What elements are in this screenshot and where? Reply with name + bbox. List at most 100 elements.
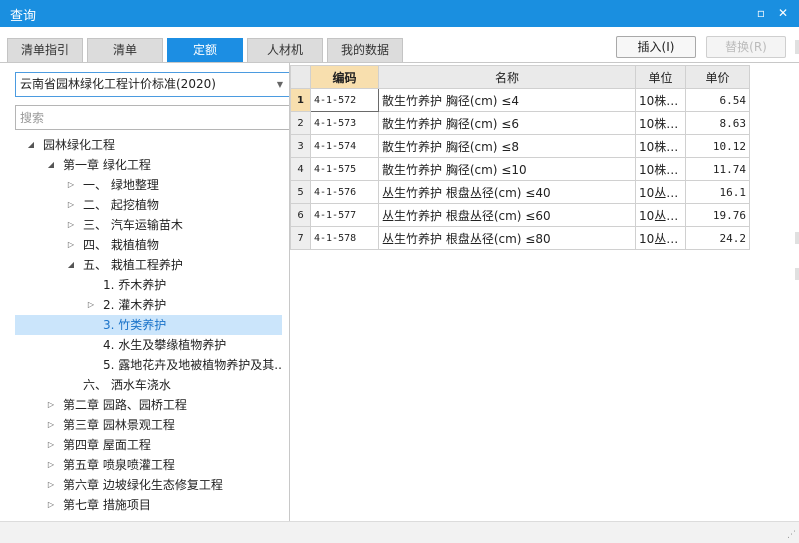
expand-icon[interactable]: ▷ [45, 475, 57, 495]
tree-item[interactable]: ▷ 三、 汽车运输苗木 [15, 215, 282, 235]
tree-item[interactable]: 5. 露地花卉及地被植物养护及其... [15, 355, 282, 375]
row-number: 4 [290, 157, 311, 181]
status-bar: ⋰ [0, 521, 799, 543]
expand-icon[interactable]: ▷ [45, 455, 57, 475]
cell-price: 19.76 [685, 203, 750, 227]
tree-item[interactable]: 3. 竹类养护 [15, 315, 282, 335]
tab-list[interactable]: 清单 [87, 38, 163, 62]
column-header-unit[interactable]: 单位 [635, 65, 686, 89]
tree-item-label: 3. 竹类养护 [103, 318, 167, 332]
expand-icon[interactable]: ▷ [65, 235, 77, 255]
cell-price: 8.63 [685, 111, 750, 135]
row-number: 7 [290, 226, 311, 250]
window-title: 查询 [10, 9, 37, 24]
title-bar: 查询 ▫ ✕ [0, 0, 799, 27]
tree-item[interactable]: ▷ 第二章 园路、园桥工程 [15, 395, 282, 415]
table-header-row: 编码 名称 单位 单价 [290, 65, 750, 89]
tree-item[interactable]: ▷ 第六章 边坡绿化生态修复工程 [15, 475, 282, 495]
tab-my-data[interactable]: 我的数据 [327, 38, 403, 62]
standard-select[interactable]: 云南省园林绿化工程计价标准(2020) ▼ [15, 72, 290, 97]
tree-item-label: 六、 洒水车浇水 [83, 378, 171, 392]
expand-icon[interactable]: ▷ [85, 295, 97, 315]
row-number-header [290, 65, 311, 89]
expand-icon[interactable]: ▷ [45, 395, 57, 415]
chevron-down-icon[interactable]: ▼ [277, 73, 283, 96]
resize-grip-icon[interactable]: ⋰ [787, 530, 796, 540]
table-row[interactable]: 2 4-1-573 散生竹养护 胸径(cm) ≤6 10株… 8.63 [290, 111, 750, 135]
row-number: 1 [290, 88, 311, 112]
tree-item-label: 第一章 绿化工程 [63, 158, 151, 172]
tree-item[interactable]: ▷ 第四章 屋面工程 [15, 435, 282, 455]
tree-item-label: 四、 栽植植物 [83, 238, 159, 252]
insert-button[interactable]: 插入(I) [616, 36, 696, 58]
standard-select-value: 云南省园林绿化工程计价标准(2020) [20, 77, 216, 91]
minimize-icon[interactable]: ▫ [752, 4, 770, 22]
cell-name: 丛生竹养护 根盘丛径(cm) ≤60 [378, 203, 636, 227]
scroll-mark [795, 268, 799, 280]
expand-icon[interactable]: ▷ [45, 495, 57, 515]
replace-button[interactable]: 替换(R) [706, 36, 786, 58]
scroll-mark [795, 232, 799, 244]
tree-item-label: 第六章 边坡绿化生态修复工程 [63, 478, 223, 492]
cell-unit: 10株… [635, 111, 686, 135]
tree-item-label: 5. 露地花卉及地被植物养护及其... [103, 358, 282, 372]
search-input[interactable] [15, 105, 290, 130]
row-number: 6 [290, 203, 311, 227]
tree-item[interactable]: ▷ 一、 绿地整理 [15, 175, 282, 195]
close-icon[interactable]: ✕ [774, 4, 792, 22]
tree-item[interactable]: ◢ 五、 栽植工程养护 [15, 255, 282, 275]
tree-item[interactable]: ▷ 2. 灌木养护 [15, 295, 282, 315]
column-header-price[interactable]: 单价 [685, 65, 750, 89]
row-number: 3 [290, 134, 311, 158]
expand-icon[interactable]: ▷ [45, 435, 57, 455]
tree-item-label: 第二章 园路、园桥工程 [63, 398, 187, 412]
tree-item[interactable]: ▷ 第七章 措施项目 [15, 495, 282, 515]
expand-icon[interactable]: ▷ [45, 415, 57, 435]
tree-item-label: 第七章 措施项目 [63, 498, 151, 512]
tree-item[interactable]: ◢ 园林绿化工程 [15, 135, 282, 155]
tree-item-label: 一、 绿地整理 [83, 178, 159, 192]
table-row[interactable]: 6 4-1-577 丛生竹养护 根盘丛径(cm) ≤60 10丛… 19.76 [290, 203, 750, 227]
tree-item-label: 第三章 园林景观工程 [63, 418, 175, 432]
expand-icon[interactable]: ▷ [65, 195, 77, 215]
tree-item[interactable]: ▷ 四、 栽植植物 [15, 235, 282, 255]
cell-code: 4-1-577 [310, 203, 379, 227]
tree-item-label: 1. 乔木养护 [103, 278, 167, 292]
cell-unit: 10株… [635, 157, 686, 181]
cell-name: 散生竹养护 胸径(cm) ≤10 [378, 157, 636, 181]
table-row[interactable]: 4 4-1-575 散生竹养护 胸径(cm) ≤10 10株… 11.74 [290, 157, 750, 181]
tree-item[interactable]: 六、 洒水车浇水 [15, 375, 282, 395]
tab-list-guide[interactable]: 清单指引 [7, 38, 83, 62]
column-header-code[interactable]: 编码 [310, 65, 379, 89]
column-header-name[interactable]: 名称 [378, 65, 636, 89]
expand-icon[interactable]: ▷ [65, 175, 77, 195]
collapse-icon[interactable]: ◢ [65, 255, 77, 275]
tree-item-label: 2. 灌木养护 [103, 298, 167, 312]
cell-price: 24.2 [685, 226, 750, 250]
category-panel: 云南省园林绿化工程计价标准(2020) ▼ ◢ 园林绿化工程 ◢ 第一章 绿化工程 ▷ 一… [8, 63, 290, 521]
cell-unit: 10丛… [635, 203, 686, 227]
tab-labor-material-machine[interactable]: 人材机 [247, 38, 323, 62]
cell-name: 散生竹养护 胸径(cm) ≤4 [378, 88, 636, 112]
tree-item[interactable]: ▷ 第五章 喷泉喷灌工程 [15, 455, 282, 475]
tree-item-label: 4. 水生及攀缘植物养护 [103, 338, 227, 352]
collapse-icon[interactable]: ◢ [45, 155, 57, 175]
row-number: 5 [290, 180, 311, 204]
expand-icon[interactable]: ▷ [65, 215, 77, 235]
tab-quota[interactable]: 定额 [167, 38, 243, 62]
quota-table: 编码 名称 单位 单价 1 4-1-572 散生竹养护 胸径(cm) ≤4 10株… 6… [290, 65, 750, 250]
tree-item[interactable]: 1. 乔木养护 [15, 275, 282, 295]
tree-item[interactable]: 4. 水生及攀缘植物养护 [15, 335, 282, 355]
tree-item[interactable]: ▷ 二、 起挖植物 [15, 195, 282, 215]
table-row[interactable]: 1 4-1-572 散生竹养护 胸径(cm) ≤4 10株… 6.54 [290, 88, 750, 112]
cell-name: 丛生竹养护 根盘丛径(cm) ≤80 [378, 226, 636, 250]
table-row[interactable]: 5 4-1-576 丛生竹养护 根盘丛径(cm) ≤40 10丛… 16.1 [290, 180, 750, 204]
collapse-icon[interactable]: ◢ [25, 135, 37, 155]
tree-item[interactable]: ▷ 第三章 园林景观工程 [15, 415, 282, 435]
table-row[interactable]: 7 4-1-578 丛生竹养护 根盘丛径(cm) ≤80 10丛… 24.2 [290, 226, 750, 250]
tree-item-label: 第四章 屋面工程 [63, 438, 151, 452]
tree-item[interactable]: ◢ 第一章 绿化工程 [15, 155, 282, 175]
cell-code: 4-1-575 [310, 157, 379, 181]
table-row[interactable]: 3 4-1-574 散生竹养护 胸径(cm) ≤8 10株… 10.12 [290, 134, 750, 158]
cell-name: 散生竹养护 胸径(cm) ≤6 [378, 111, 636, 135]
